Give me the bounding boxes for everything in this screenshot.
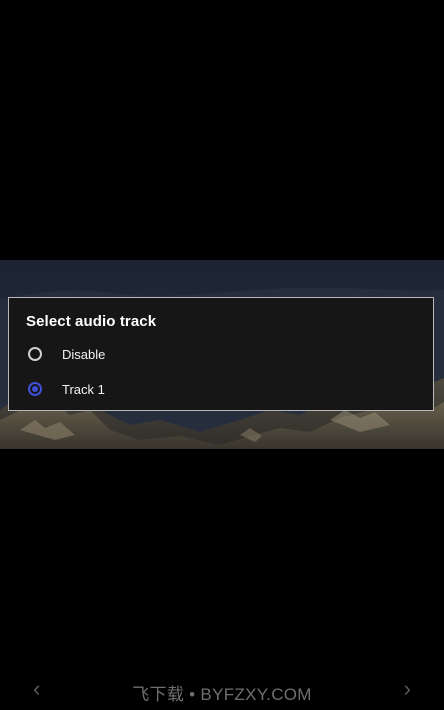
watermark-bar: ‹ 飞下载 • BYFZXY.COM › [0, 670, 444, 710]
radio-unchecked-icon[interactable] [28, 347, 42, 361]
radio-checked-icon[interactable] [28, 382, 42, 396]
dialog-title: Select audio track [26, 313, 157, 330]
option-disable[interactable]: Disable [9, 338, 433, 372]
audio-track-dialog: Select audio track Disable Track 1 [8, 297, 434, 411]
option-track-1[interactable]: Track 1 [9, 373, 433, 407]
chevron-right-icon[interactable]: › [404, 678, 411, 700]
watermark-text: 飞下载 • BYFZXY.COM [132, 685, 312, 704]
video-player-screen: Select audio track Disable Track 1 ‹ 飞下载… [0, 0, 444, 710]
option-label: Disable [62, 347, 106, 362]
option-label: Track 1 [62, 382, 105, 397]
